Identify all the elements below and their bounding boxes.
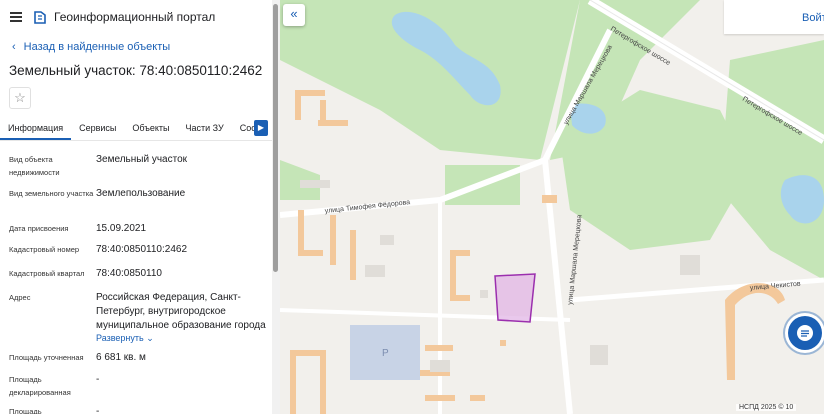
detail-value: 6 681 кв. м [96,352,146,363]
star-icon: ☆ [14,90,26,105]
logo-icon [34,10,46,24]
tab-parcel-parts[interactable]: Части ЗУ [178,118,232,140]
map-attribution: НСПД 2025 © 10 [736,404,797,411]
land-parcel[interactable] [494,273,536,323]
detail-row: Кадастровый номер 78:40:0850110:2462 [9,243,271,257]
info-panel: Геоинформационный портал ‹ Назад в найде… [0,0,280,414]
park-area [720,40,824,280]
detail-row: Кадастровый квартал 78:40:0850110 [9,267,271,281]
portal-title: Геоинформационный портал [54,10,216,24]
back-link[interactable]: ‹ Назад в найденные объекты [12,41,170,53]
panel-scrollbar-thumb[interactable] [273,4,278,272]
detail-value: Земельный участок [96,154,188,165]
double-chevron-left-icon: « [290,6,298,21]
detail-value: 78:40:0850110:2462 [96,244,188,255]
detail-row: Вид объекта недвижимости Земельный участ… [9,153,271,179]
detail-label: Вид земельного участка [9,189,94,198]
expand-label: Развернуть [96,333,144,343]
detail-row: Площадь - [9,405,271,414]
street-label: улица Тимофея Фёдорова [324,199,410,215]
detail-value: 78:40:0850110 [96,268,162,279]
detail-label: Кадастровый номер [9,245,80,254]
collapse-panel-button[interactable]: « [283,4,305,26]
tabs-divider [0,140,272,141]
chevron-down-icon: ⌄ [146,333,154,343]
login-link[interactable]: Войти [802,12,824,24]
detail-label: Кадастровый квартал [9,269,85,278]
attribution-text: НСПД 2025 © [739,404,784,411]
detail-value: Землепользование [96,188,186,199]
object-title: Земельный участок: 78:40:0850110:2462 [9,63,263,78]
favorite-button[interactable]: ☆ [9,87,31,109]
map[interactable]: P Петергофское шоссе улица Маршала Мерец… [280,0,824,414]
street-label: улица Маршала Мерецкова [567,214,583,305]
chat-button[interactable] [788,316,822,350]
detail-row: Площадь декларированная - [9,373,271,399]
tabs: Информация Сервисы Объекты Части ЗУ Сост… [0,118,272,140]
detail-value: Российская Федерация, Санкт-Петербург, в… [96,292,266,331]
tabs-scroll-right-button[interactable]: ▶ [254,120,268,136]
tab-information[interactable]: Информация [0,118,72,140]
detail-row: Адрес Российская Федерация, Санкт-Петерб… [9,291,271,344]
back-link-label: Назад в найденные объекты [23,41,171,53]
detail-value: - [96,406,100,414]
chat-icon [797,325,813,341]
map-canvas[interactable]: P Петергофское шоссе улица Маршала Мерец… [280,0,824,414]
chevron-right-icon: ▶ [257,123,265,132]
chevron-left-icon: ‹ [12,41,16,53]
scale-label: 10 [785,404,794,411]
detail-label: Площадь декларированная [9,375,71,397]
detail-row: Вид земельного участка Землепользование [9,187,271,201]
tab-services[interactable]: Сервисы [71,118,124,140]
detail-row: Дата присвоения 15.09.2021 [9,222,271,236]
detail-value: 15.09.2021 [96,223,147,234]
parking-label: P [382,348,389,359]
tab-objects[interactable]: Объекты [124,118,177,140]
detail-label: Вид объекта недвижимости [9,155,60,177]
detail-label: Адрес [9,293,31,302]
detail-label: Дата присвоения [9,224,69,233]
detail-row: Площадь уточненная 6 681 кв. м [9,351,271,365]
detail-label: Площадь [9,407,42,414]
top-bar: Геоинформационный портал [0,0,279,34]
detail-value: - [96,374,100,385]
menu-icon[interactable] [10,12,22,22]
detail-label: Площадь уточненная [9,353,84,362]
expand-link[interactable]: Развернуть ⌄ [96,333,266,344]
